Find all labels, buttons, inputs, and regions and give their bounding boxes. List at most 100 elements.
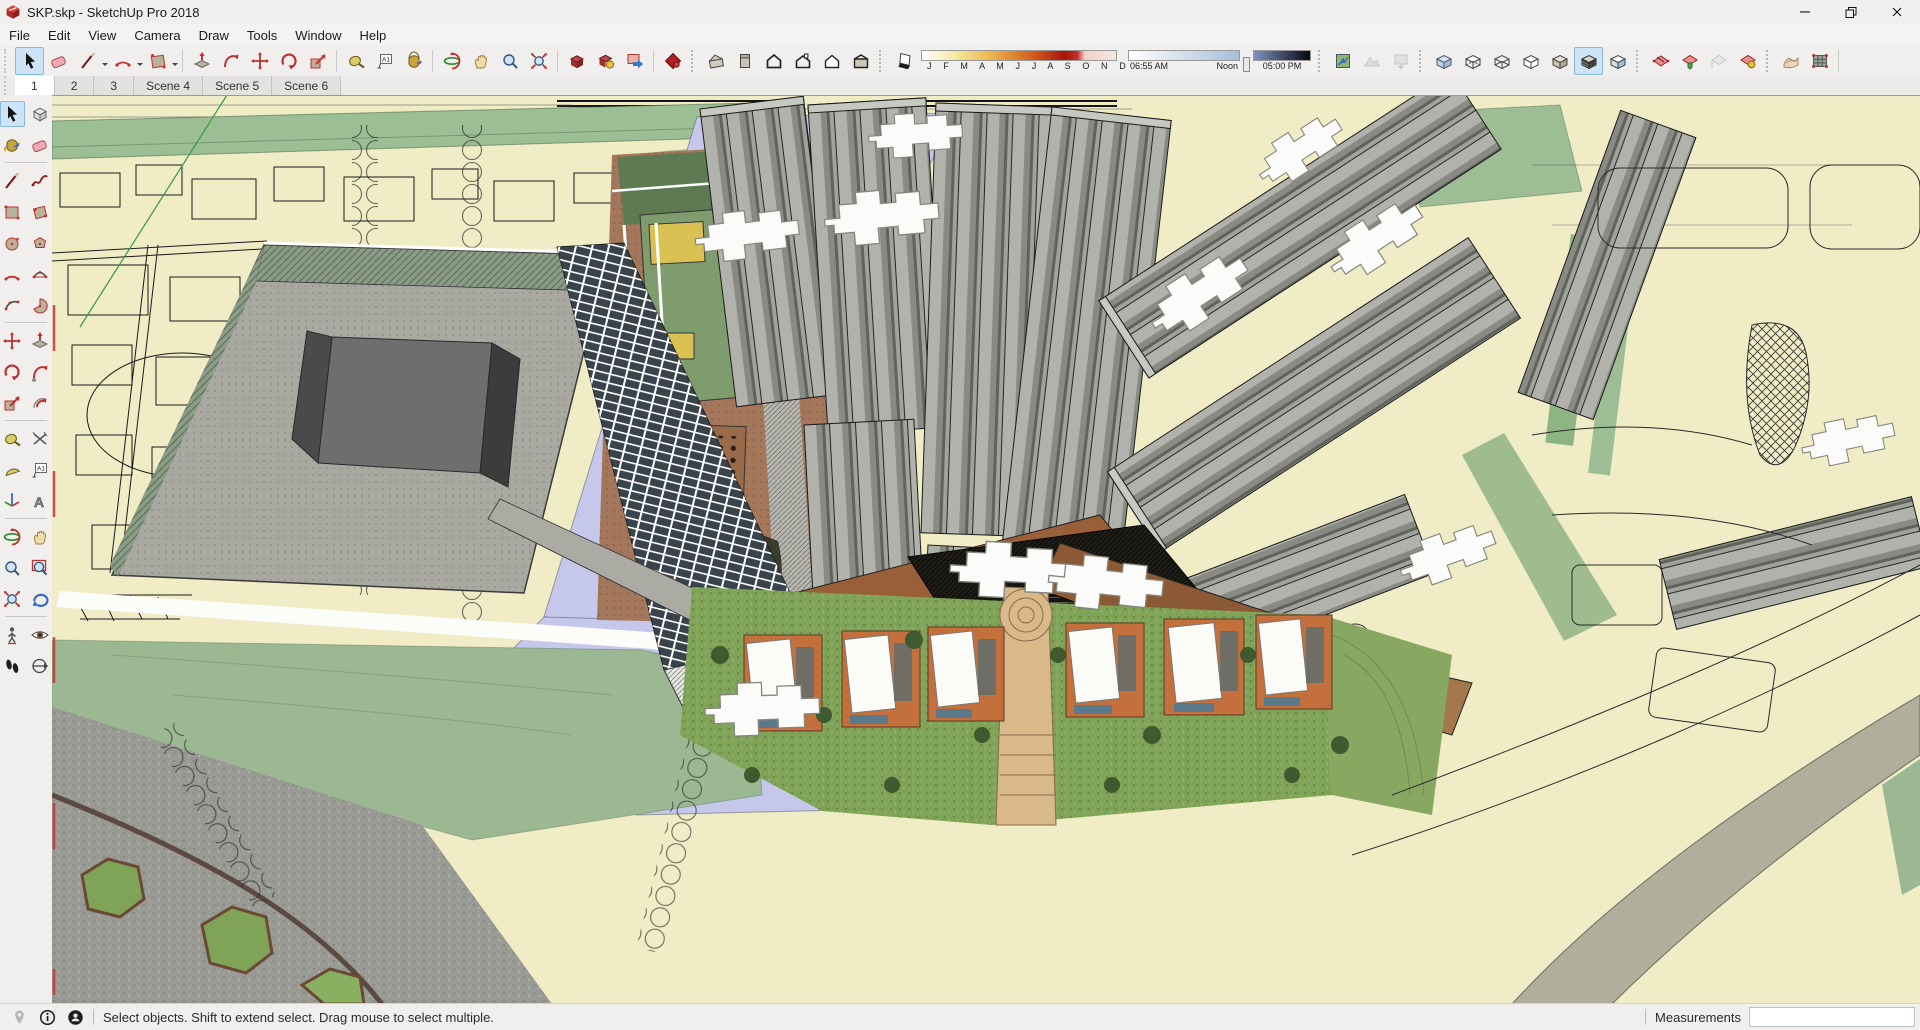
style-shaded-textures-button[interactable]	[1574, 47, 1603, 75]
palette-walk-button[interactable]	[0, 653, 25, 679]
palette-rectangle-button[interactable]	[0, 199, 25, 225]
palette-rotated-rectangle-button[interactable]	[28, 199, 53, 225]
palette-select-button[interactable]	[0, 100, 25, 127]
menu-view[interactable]: View	[79, 24, 125, 46]
scene-tab-6[interactable]: Scene 6	[272, 76, 342, 95]
rectangle-dropdown-caret[interactable]	[172, 63, 178, 69]
palette-tape-measure-button[interactable]	[0, 426, 25, 452]
select-tool-button[interactable]	[15, 47, 44, 75]
arc-tool-button[interactable]	[108, 47, 137, 75]
close-button[interactable]	[1874, 0, 1920, 24]
section-plane-button[interactable]	[1646, 47, 1675, 75]
view-left-button[interactable]	[846, 47, 875, 75]
push-pull-tool-button[interactable]	[187, 47, 216, 75]
palette-circle-button[interactable]	[0, 230, 25, 256]
palette-protractor-button[interactable]	[0, 457, 25, 483]
palette-zoom-button[interactable]	[0, 555, 25, 581]
menu-file[interactable]: File	[0, 24, 39, 46]
display-section-cuts-button[interactable]	[1704, 47, 1733, 75]
view-back-button[interactable]	[817, 47, 846, 75]
eraser-tool-button[interactable]	[44, 47, 73, 75]
credits-icon[interactable]	[39, 1009, 56, 1026]
sandbox-from-scratch-button[interactable]	[1805, 47, 1834, 75]
view-front-button[interactable]	[759, 47, 788, 75]
style-back-edges-button[interactable]	[1458, 47, 1487, 75]
palette-line-button[interactable]	[0, 168, 25, 194]
palette-rotate-button[interactable]	[0, 359, 25, 385]
extension-warehouse-button[interactable]	[620, 47, 649, 75]
geolocation-icon[interactable]	[11, 1009, 28, 1026]
style-xray-button[interactable]	[1429, 47, 1458, 75]
menu-camera[interactable]: Camera	[125, 24, 189, 46]
scale-tool-button[interactable]	[303, 47, 332, 75]
palette-scale-button[interactable]	[0, 390, 25, 416]
photo-textures-button[interactable]	[1386, 47, 1415, 75]
display-section-fill-button[interactable]	[1733, 47, 1762, 75]
scene-tab-4[interactable]: Scene 4	[134, 76, 204, 95]
shadow-time-slider-pm[interactable]: 05:00 PM	[1253, 50, 1311, 72]
shadow-month-slider[interactable]: J F M A M J J A S O N D	[921, 50, 1126, 72]
view-iso-button[interactable]	[701, 47, 730, 75]
minimize-button[interactable]	[1782, 0, 1828, 24]
display-section-planes-button[interactable]	[1675, 47, 1704, 75]
style-wireframe-button[interactable]	[1487, 47, 1516, 75]
palette-text-button[interactable]: A1	[28, 457, 53, 483]
palette-pie-button[interactable]	[28, 292, 53, 318]
time-slider-thumb[interactable]	[1243, 56, 1250, 72]
move-tool-button[interactable]	[245, 47, 274, 75]
measurements-input[interactable]	[1749, 1007, 1915, 1027]
palette-move-button[interactable]	[0, 328, 25, 354]
view-right-button[interactable]	[788, 47, 817, 75]
toolbar-drag-handle[interactable]	[4, 49, 12, 73]
shadow-time-slider[interactable]: 06:55 AM Noon	[1128, 50, 1240, 72]
orbit-tool-button[interactable]	[437, 47, 466, 75]
palette-look-around-button[interactable]	[28, 622, 53, 648]
palette-zoom-window-button[interactable]	[28, 555, 53, 581]
time-gradient-bar-pm[interactable]	[1253, 50, 1311, 61]
palette-follow-me-button[interactable]	[28, 359, 53, 385]
palette-dimension-button[interactable]	[28, 426, 53, 452]
palette-offset-button[interactable]	[28, 390, 53, 416]
zoom-extents-button[interactable]	[524, 47, 553, 75]
view-top-button[interactable]	[730, 47, 759, 75]
toggle-terrain-button[interactable]	[1357, 47, 1386, 75]
palette-freehand-button[interactable]	[28, 168, 53, 194]
scene-tab-3[interactable]: 3	[94, 76, 135, 95]
menu-draw[interactable]: Draw	[190, 24, 238, 46]
paint-bucket-tool-button[interactable]	[399, 47, 428, 75]
follow-me-tool-button[interactable]	[216, 47, 245, 75]
rotate-tool-button[interactable]	[274, 47, 303, 75]
menu-edit[interactable]: Edit	[39, 24, 79, 46]
pan-tool-button[interactable]	[466, 47, 495, 75]
style-monochrome-button[interactable]	[1603, 47, 1632, 75]
scene-tab-1[interactable]: 1	[15, 76, 55, 95]
scene-tab-2[interactable]: 2	[54, 76, 95, 95]
palette-pan-button[interactable]	[28, 524, 53, 550]
menu-window[interactable]: Window	[286, 24, 350, 46]
palette-two-point-arc-button[interactable]	[28, 261, 53, 287]
palette-compass-button[interactable]	[28, 653, 53, 679]
palette-arc-button[interactable]	[0, 261, 25, 287]
palette-three-point-arc-button[interactable]	[0, 292, 25, 318]
time-gradient-bar-am[interactable]	[1128, 50, 1240, 61]
sandbox-from-contours-button[interactable]	[1776, 47, 1805, 75]
shadow-toggle-button[interactable]	[889, 47, 918, 75]
share-model-button[interactable]	[591, 47, 620, 75]
add-location-button[interactable]	[1328, 47, 1357, 75]
menu-help[interactable]: Help	[351, 24, 396, 46]
tabs-drag-handle[interactable]	[4, 76, 12, 95]
palette-axes-button[interactable]	[0, 488, 25, 514]
palette-eraser-button[interactable]	[28, 132, 53, 158]
3d-warehouse-button[interactable]	[562, 47, 591, 75]
palette-3d-text-button[interactable]: A	[28, 488, 53, 514]
palette-orbit-button[interactable]	[0, 524, 25, 550]
palette-polygon-button[interactable]	[28, 230, 53, 256]
viewport-canvas[interactable]	[52, 95, 1920, 1004]
scene-tab-5[interactable]: Scene 5	[203, 76, 273, 95]
style-shaded-button[interactable]	[1545, 47, 1574, 75]
menu-tools[interactable]: Tools	[238, 24, 286, 46]
text-tool-button[interactable]: A1	[370, 47, 399, 75]
sign-in-icon[interactable]	[67, 1009, 84, 1026]
style-hidden-line-button[interactable]	[1516, 47, 1545, 75]
palette-zoom-extents-button[interactable]	[0, 586, 25, 612]
